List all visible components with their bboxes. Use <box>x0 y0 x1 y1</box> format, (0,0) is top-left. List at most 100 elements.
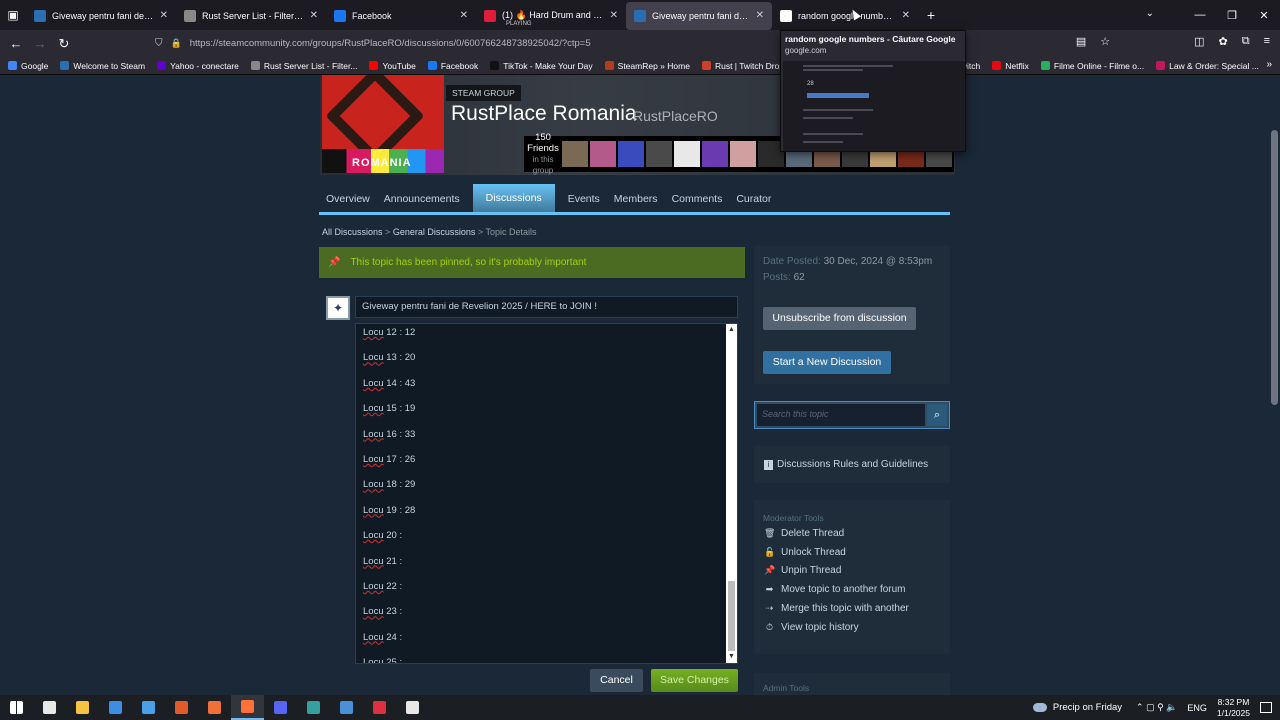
minimize-icon[interactable]: — <box>1184 9 1216 21</box>
friend-avatar[interactable] <box>590 141 616 167</box>
reader-view-icon[interactable]: ▤ <box>1076 35 1086 48</box>
app-taskbar-icon[interactable] <box>396 695 429 720</box>
url-text[interactable]: https://steamcommunity.com/groups/RustPl… <box>190 38 591 49</box>
tab-overview[interactable]: Overview <box>319 186 377 212</box>
new-discussion-button[interactable]: Start a New Discussion <box>763 351 891 374</box>
author-avatar[interactable]: ✦ <box>326 296 350 320</box>
pocket-icon[interactable]: ◫ <box>1194 35 1204 48</box>
bookmark-star-icon[interactable]: ☆ <box>1100 35 1110 48</box>
mod-tool-pin[interactable]: 📌 Unpin Thread <box>764 565 841 576</box>
breadcrumb-general-discussions[interactable]: General Discussions <box>393 227 476 237</box>
start-taskbar-icon[interactable] <box>0 695 33 720</box>
tab-discussions[interactable]: Discussions <box>472 184 555 212</box>
page-scrollbar[interactable] <box>1269 75 1280 695</box>
restore-icon[interactable]: ❐ <box>1216 9 1248 22</box>
shield-icon[interactable]: ⛉ <box>155 38 163 49</box>
tab-curator[interactable]: Curator <box>729 186 778 212</box>
bookmark-item[interactable]: SteamRep » Home <box>604 61 690 71</box>
tab-list-icon[interactable]: ▣ <box>0 0 26 30</box>
reload-icon[interactable]: ↻ <box>52 36 76 52</box>
scroll-up-icon[interactable]: ▲ <box>726 325 737 335</box>
language-indicator[interactable]: ENG <box>1187 703 1207 713</box>
app-taskbar-icon[interactable] <box>297 695 330 720</box>
tab-close-icon[interactable]: ✕ <box>610 10 618 21</box>
topic-title-input[interactable]: Giveway pentru fani de Revelion 2025 / H… <box>355 296 738 318</box>
breadcrumb-all-discussions[interactable]: All Discussions <box>322 227 383 237</box>
friend-avatar[interactable] <box>702 141 728 167</box>
menu-icon[interactable]: ≡ <box>1264 35 1270 48</box>
bookmark-item[interactable]: Filme Online - Filme o... <box>1040 61 1144 71</box>
tab-close-icon[interactable]: ✕ <box>460 10 468 21</box>
rules-link[interactable]: i Discussions Rules and Guidelines <box>754 446 950 483</box>
mod-tool-trash[interactable]: 🗑 Delete Thread <box>764 528 844 539</box>
steam-taskbar-icon[interactable] <box>330 695 363 720</box>
tab-comments[interactable]: Comments <box>665 186 730 212</box>
new-tab-button[interactable]: + <box>918 7 944 23</box>
friend-avatar[interactable] <box>674 141 700 167</box>
tab-members[interactable]: Members <box>607 186 665 212</box>
tab-close-icon[interactable]: ✕ <box>902 10 910 21</box>
page-scroll-thumb[interactable] <box>1271 130 1278 405</box>
friend-avatar[interactable] <box>646 141 672 167</box>
bookmark-item[interactable]: TikTok - Make Your Day <box>490 61 593 71</box>
friend-avatar[interactable] <box>562 141 588 167</box>
task-view-taskbar-icon[interactable] <box>33 695 66 720</box>
tab-events[interactable]: Events <box>561 186 607 212</box>
firefox-taskbar-icon[interactable] <box>231 695 264 720</box>
textarea-scroll-thumb[interactable] <box>728 581 735 651</box>
unsubscribe-button[interactable]: Unsubscribe from discussion <box>763 307 916 330</box>
bookmark-item[interactable]: Welcome to Steam <box>60 61 145 71</box>
chevron-down-icon[interactable]: ⌄ <box>1146 8 1154 19</box>
tab-announcements[interactable]: Announcements <box>377 186 467 212</box>
tab-close-icon[interactable]: ✕ <box>756 10 764 21</box>
store-taskbar-icon[interactable] <box>99 695 132 720</box>
tab-close-icon[interactable]: ✕ <box>310 10 318 21</box>
weather-widget[interactable]: Precip on Friday <box>1032 702 1122 713</box>
browser-tab[interactable]: random google numbers - Căutare Google ✕ <box>772 2 918 30</box>
bookmark-item[interactable]: Rust Server List - Filter... <box>250 61 357 71</box>
cancel-button[interactable]: Cancel <box>590 669 643 692</box>
browser-tab[interactable]: Giveway pentru fani de Revelion ✕ <box>26 2 176 30</box>
tab-close-icon[interactable]: ✕ <box>160 10 168 21</box>
clock[interactable]: 8:32 PM 1/1/2025 <box>1217 697 1250 719</box>
bookmark-item[interactable]: Rust | Twitch Drops <box>701 61 788 71</box>
lock-icon[interactable]: 🔒 <box>171 38 182 49</box>
bookmark-item[interactable]: Facebook <box>427 61 478 71</box>
bookmark-item[interactable]: Google <box>8 61 48 71</box>
bookmarks-overflow-icon[interactable]: » <box>1266 59 1272 70</box>
close-window-icon[interactable]: ✕ <box>1248 9 1280 22</box>
browser-tab[interactable]: (1) 🔥 Hard Drum and Bass Mix ✕ PLAYING <box>476 2 626 30</box>
search-icon[interactable]: ⌕ <box>927 404 947 426</box>
tray-icons[interactable]: ⌃ ▢ ⚲ 🔈 <box>1136 702 1177 713</box>
bookmark-item[interactable]: Law & Order: Special ... <box>1156 61 1259 71</box>
discord-taskbar-icon[interactable] <box>264 695 297 720</box>
scroll-down-icon[interactable]: ▼ <box>726 652 737 662</box>
browser-tab[interactable]: Giveway pentru fani de Revelion ✕ <box>626 1 772 30</box>
mail-taskbar-icon[interactable] <box>132 695 165 720</box>
topic-body-textarea[interactable]: Locu 12 : 12 Locu 13 : 20 Locu 14 : 43 Locu… <box>355 323 738 664</box>
bookmark-item[interactable]: Yahoo - conectare <box>157 61 239 71</box>
app-taskbar-icon[interactable] <box>363 695 396 720</box>
bookmark-item[interactable]: Netflix <box>992 61 1029 71</box>
mod-tool-history[interactable]: ⏱ View topic history <box>764 622 859 633</box>
extensions-icon[interactable]: ⧉ <box>1242 35 1250 48</box>
friend-avatar[interactable] <box>618 141 644 167</box>
mod-tool-unlock[interactable]: 🔓 Unlock Thread <box>764 547 846 558</box>
topic-search-input[interactable]: Search this topic <box>757 404 925 426</box>
file-explorer-taskbar-icon[interactable] <box>66 695 99 720</box>
extension-icon[interactable]: ✿ <box>1219 35 1228 48</box>
bookmark-item[interactable]: YouTube <box>369 61 416 71</box>
back-icon[interactable]: ← <box>4 36 28 51</box>
forward-icon[interactable]: → <box>28 36 52 51</box>
app-taskbar-icon[interactable] <box>198 695 231 720</box>
notifications-icon[interactable] <box>1260 702 1272 713</box>
textarea-scrollbar[interactable]: ▲ ▼ <box>726 324 737 663</box>
friend-avatar[interactable] <box>730 141 756 167</box>
mod-tool-move[interactable]: ➡ Move topic to another forum <box>764 584 906 595</box>
save-changes-button[interactable]: Save Changes <box>651 669 738 692</box>
browser-tab[interactable]: Rust Server List - Filter and search ✕ <box>176 2 326 30</box>
rules-label[interactable]: Discussions Rules and Guidelines <box>777 459 928 470</box>
app-taskbar-icon[interactable] <box>165 695 198 720</box>
mod-tool-merge[interactable]: ⇢ Merge this topic with another <box>764 603 909 614</box>
browser-tab[interactable]: Facebook ✕ <box>326 2 476 30</box>
